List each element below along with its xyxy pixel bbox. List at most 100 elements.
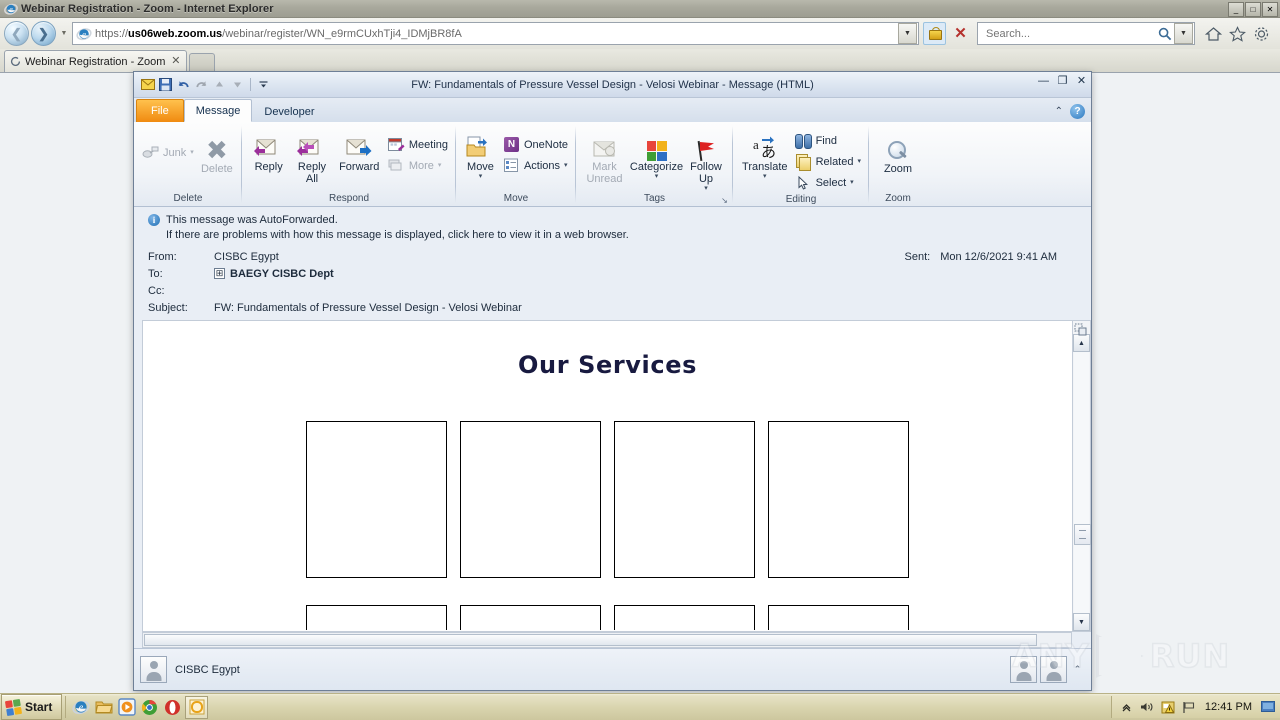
select-button[interactable]: Select ▾ — [792, 172, 864, 193]
ribbon-group-zoom: Zoom Zoom — [869, 122, 927, 206]
junk-button[interactable]: Junk ▾ — [139, 142, 197, 163]
actions-chevron-down-icon[interactable]: ▾ — [564, 162, 568, 169]
start-button[interactable]: Start — [1, 694, 63, 720]
find-button[interactable]: Find — [792, 130, 864, 151]
view-in-browser-notice[interactable]: If there are problems with how this mess… — [148, 228, 1091, 243]
network-flag-icon[interactable] — [1182, 700, 1197, 715]
restore-button[interactable]: □ — [1245, 2, 1261, 17]
onenote-button[interactable]: N OneNote — [500, 134, 571, 155]
scroll-down-button[interactable]: ▼ — [1073, 613, 1090, 631]
search-provider-dropdown[interactable]: ▼ — [1174, 23, 1193, 44]
star-icon[interactable] — [1228, 24, 1247, 43]
collapse-ribbon-icon[interactable]: ⌃ — [1055, 106, 1063, 117]
follow-up-chevron-down-icon[interactable]: ▾ — [704, 185, 708, 192]
message-horizontal-scrollbar[interactable] — [142, 632, 1072, 648]
show-hidden-icons-icon[interactable] — [1119, 700, 1134, 715]
reply-button[interactable]: Reply — [247, 126, 290, 173]
opera-taskbar-icon[interactable] — [162, 697, 183, 718]
select-object-icon[interactable] — [1074, 323, 1088, 337]
search-icon[interactable] — [1156, 27, 1174, 41]
close-button[interactable]: ✕ — [1262, 2, 1278, 17]
tab-file[interactable]: File — [136, 99, 184, 122]
move-button[interactable]: Move ▾ — [461, 126, 500, 180]
message-vertical-scrollbar[interactable]: ▲ ▼ — [1072, 320, 1091, 632]
file-explorer-taskbar-icon[interactable] — [93, 697, 114, 718]
translate-chevron-down-icon[interactable]: ▾ — [763, 173, 767, 180]
meeting-button[interactable]: Meeting — [385, 134, 451, 155]
hscroll-thumb[interactable] — [144, 634, 1037, 646]
outlook-close-button[interactable]: ✕ — [1075, 76, 1088, 87]
expand-people-pane-icon[interactable]: ⌃ — [1070, 664, 1085, 675]
security-lock-icon[interactable] — [923, 22, 946, 45]
gear-icon[interactable] — [1252, 24, 1271, 43]
forward-mail-icon — [344, 129, 374, 161]
contact-avatar-icon[interactable] — [1040, 656, 1067, 683]
follow-up-button[interactable]: Follow Up ▾ — [685, 126, 727, 192]
categorize-chevron-down-icon[interactable]: ▾ — [655, 173, 659, 180]
from-value[interactable]: CISBC Egypt — [214, 251, 279, 263]
address-bar[interactable]: e https://us06web.zoom.us/webinar/regist… — [72, 22, 919, 45]
select-chevron-down-icon[interactable]: ▾ — [850, 179, 854, 186]
outlook-restore-button[interactable]: ❐ — [1056, 76, 1069, 87]
contact-avatar-icon[interactable] — [1010, 656, 1037, 683]
expand-recipients-icon[interactable]: ⊞ — [214, 268, 225, 279]
scroll-track[interactable] — [1074, 352, 1091, 613]
junk-chevron-down-icon[interactable]: ▾ — [190, 149, 194, 156]
stop-red-x-icon[interactable]: ✕ — [950, 23, 971, 44]
contact-name[interactable]: CISBC Egypt — [175, 664, 1002, 676]
undo-icon[interactable] — [176, 77, 191, 92]
minimize-button[interactable]: _ — [1228, 2, 1244, 17]
related-chevron-down-icon[interactable]: ▾ — [857, 158, 861, 165]
envelope-icon[interactable] — [140, 77, 155, 92]
reply-all-button[interactable]: Reply All — [290, 126, 333, 185]
media-player-taskbar-icon[interactable] — [116, 697, 137, 718]
next-item-icon[interactable] — [230, 77, 245, 92]
mark-unread-button[interactable]: Mark Unread — [581, 126, 628, 185]
info-icon: i — [148, 214, 160, 226]
recent-pages-chevron-icon[interactable]: ▼ — [58, 23, 70, 45]
to-value[interactable]: BAEGY CISBC Dept — [230, 268, 334, 280]
address-history-dropdown[interactable]: ▼ — [898, 23, 917, 44]
close-tab-icon[interactable]: ✕ — [169, 56, 182, 67]
actions-button[interactable]: Actions ▾ — [500, 155, 571, 176]
internet-explorer-taskbar-icon[interactable]: e — [70, 697, 91, 718]
image-placeholder — [614, 421, 755, 578]
redo-icon[interactable] — [194, 77, 209, 92]
search-box[interactable]: ▼ — [977, 22, 1195, 45]
delete-button[interactable]: ✖ Delete — [197, 128, 237, 175]
customize-qat-icon[interactable] — [256, 77, 271, 92]
security-alert-icon[interactable] — [1161, 700, 1176, 715]
help-icon[interactable]: ? — [1070, 104, 1085, 119]
scroll-thumb[interactable] — [1074, 524, 1091, 545]
contact-avatar-icon[interactable] — [140, 656, 167, 683]
image-placeholder-row-1 — [143, 421, 1072, 578]
tab-message[interactable]: Message — [183, 99, 253, 122]
outlook-minimize-button[interactable]: — — [1037, 76, 1050, 87]
outlook-taskbar-icon[interactable] — [185, 695, 209, 719]
search-input[interactable] — [984, 26, 1156, 41]
previous-item-icon[interactable] — [212, 77, 227, 92]
home-icon[interactable] — [1204, 24, 1223, 43]
forward-arrow-icon[interactable]: ❯ — [31, 21, 56, 46]
outlook-title-bar: FW: Fundamentals of Pressure Vessel Desi… — [134, 72, 1091, 98]
new-tab-button[interactable] — [189, 53, 216, 72]
translate-button[interactable]: a あ Translate ▾ — [738, 126, 792, 180]
more-button[interactable]: More ▾ — [385, 155, 451, 176]
tab-developer[interactable]: Developer — [252, 100, 326, 122]
forward-button[interactable]: Forward — [334, 126, 385, 173]
follow-up-label: Follow Up — [690, 161, 722, 185]
volume-icon[interactable] — [1140, 700, 1155, 715]
zoom-button[interactable]: Zoom — [875, 128, 921, 175]
show-desktop-icon[interactable] — [1260, 700, 1275, 715]
clock[interactable]: 12:41 PM — [1203, 701, 1254, 713]
move-chevron-down-icon[interactable]: ▾ — [479, 173, 483, 180]
chrome-taskbar-icon[interactable] — [139, 697, 160, 718]
related-button[interactable]: Related ▾ — [792, 151, 864, 172]
more-chevron-down-icon[interactable]: ▾ — [438, 162, 442, 169]
categorize-button[interactable]: Categorize ▾ — [628, 126, 685, 180]
save-icon[interactable] — [158, 77, 173, 92]
tags-dialog-launcher-icon[interactable]: ↘ — [720, 196, 729, 205]
back-arrow-icon[interactable]: ❮ — [4, 21, 29, 46]
browser-tab[interactable]: Webinar Registration - Zoom ✕ — [4, 50, 188, 72]
ribbon-group-tags: Mark Unread Categorize ▾ Follow Up ▾ Tag… — [576, 122, 733, 206]
